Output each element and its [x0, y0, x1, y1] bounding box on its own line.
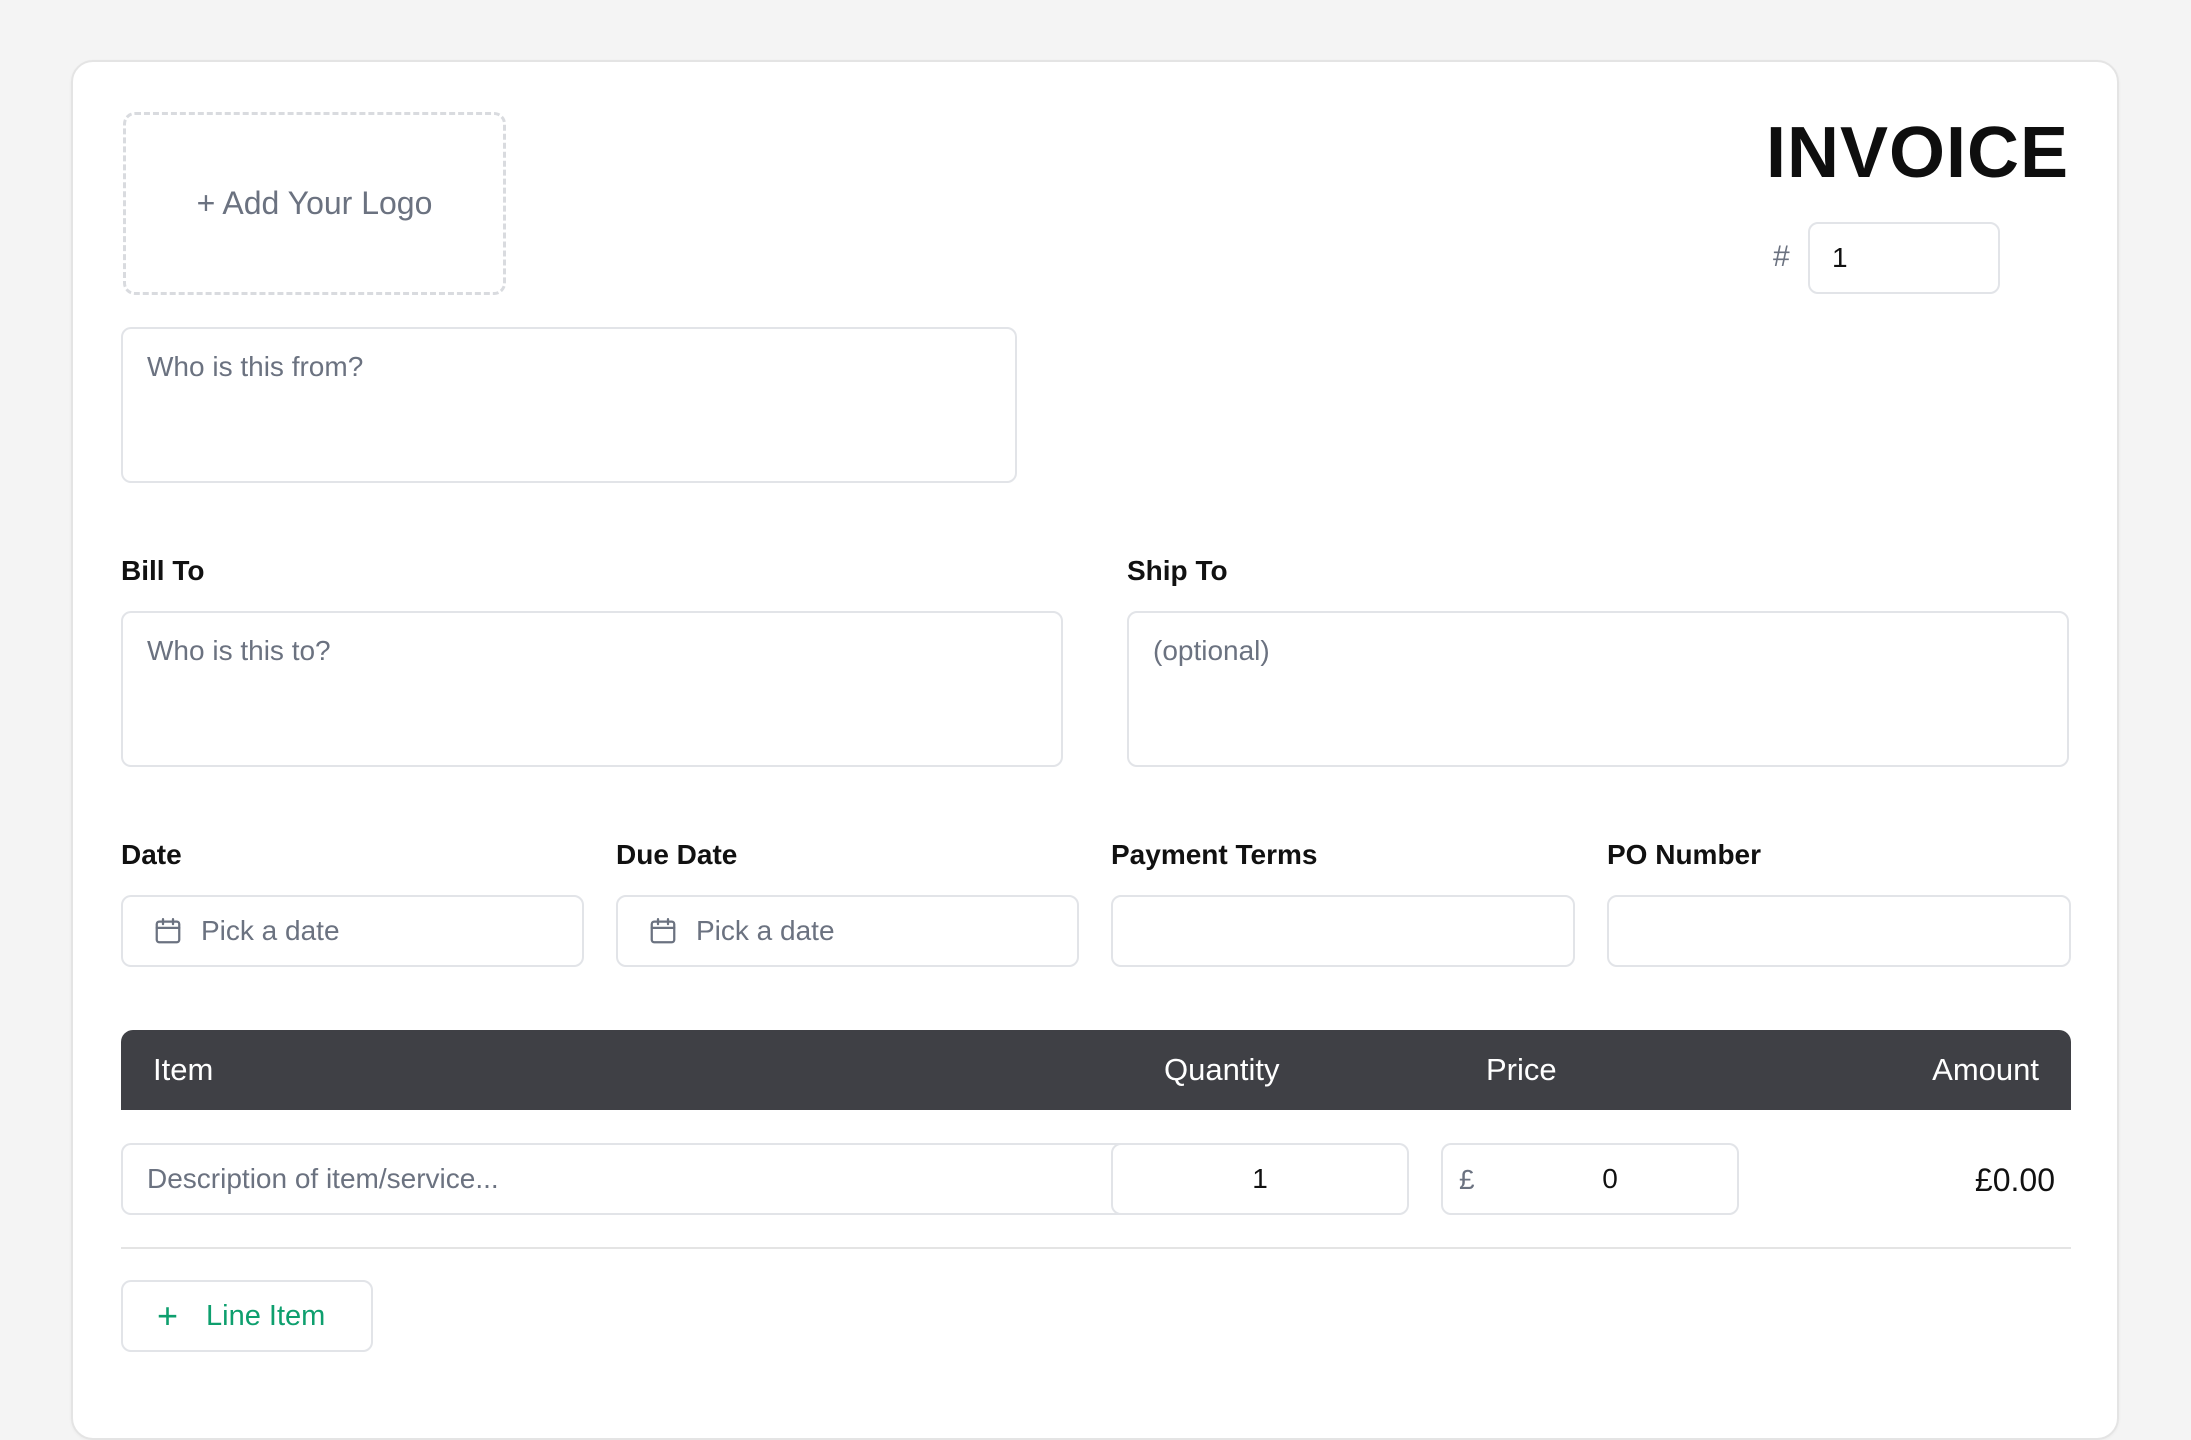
line-items-divider [121, 1247, 2071, 1249]
item-price-field: £ [1441, 1143, 1739, 1215]
ship-to-field[interactable] [1127, 611, 2069, 767]
add-line-item-label: Line Item [206, 1299, 326, 1332]
due-date-label: Due Date [616, 839, 738, 870]
date-label: Date [121, 839, 182, 870]
bill-to-field[interactable] [121, 611, 1063, 767]
currency-symbol: £ [1459, 1164, 1475, 1195]
po-number-label: PO Number [1607, 839, 1762, 870]
column-header-price: Price [1486, 1052, 1557, 1087]
invoice-card: + Add Your Logo INVOICE # Bill To Ship T… [71, 60, 2119, 1440]
add-line-item-button[interactable]: + Line Item [121, 1280, 373, 1352]
payment-terms-label: Payment Terms [1111, 839, 1318, 870]
calendar-icon [650, 918, 676, 944]
plus-icon: + [157, 1295, 179, 1336]
invoice-number-prefix: # [1773, 240, 1790, 273]
item-price-input[interactable] [1483, 1145, 1737, 1213]
add-logo-label: + Add Your Logo [196, 185, 433, 221]
due-date-placeholder: Pick a date [696, 915, 835, 946]
column-header-amount: Amount [1932, 1052, 2039, 1087]
due-date-picker-button[interactable]: Pick a date [616, 895, 1079, 967]
date-picker-button[interactable]: Pick a date [121, 895, 584, 967]
ship-to-label: Ship To [1127, 555, 1228, 586]
invoice-number-input[interactable] [1808, 222, 2000, 294]
date-placeholder: Pick a date [201, 915, 340, 946]
column-header-item: Item [153, 1052, 214, 1087]
item-description-input[interactable] [121, 1143, 1151, 1215]
bill-to-label: Bill To [121, 555, 205, 586]
payment-terms-input[interactable] [1111, 895, 1575, 967]
from-field[interactable] [121, 327, 1017, 483]
column-header-quantity: Quantity [1164, 1052, 1280, 1087]
po-number-input[interactable] [1607, 895, 2071, 967]
add-logo-button[interactable]: + Add Your Logo [123, 112, 506, 295]
page-title: INVOICE [1765, 113, 2069, 193]
item-quantity-input[interactable] [1111, 1143, 1409, 1215]
line-items-table-header: Item Quantity Price Amount [121, 1030, 2071, 1110]
calendar-icon [155, 918, 181, 944]
item-amount: £0.00 [1974, 1162, 2055, 1198]
